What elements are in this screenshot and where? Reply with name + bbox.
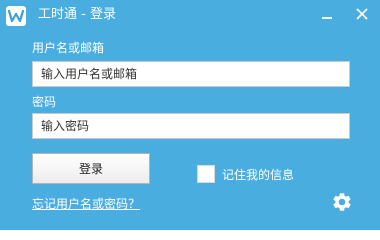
username-label: 用户名或邮箱 — [32, 41, 105, 55]
w-logo-icon — [6, 6, 26, 26]
remember-me-label[interactable]: 记住我的信息 — [222, 166, 294, 183]
login-button[interactable]: 登录 — [32, 153, 150, 184]
password-input[interactable] — [32, 113, 350, 139]
password-label: 密码 — [32, 95, 57, 109]
username-input[interactable] — [32, 61, 350, 87]
remember-me-checkbox[interactable] — [197, 165, 215, 183]
minimize-icon — [322, 17, 332, 19]
close-button[interactable] — [352, 4, 372, 24]
close-icon — [356, 8, 368, 20]
forgot-credentials-link[interactable]: 忘记用户名或密码？ — [32, 195, 140, 212]
login-button-label: 登录 — [78, 162, 103, 176]
minimize-button[interactable] — [317, 4, 337, 24]
gear-icon — [333, 193, 351, 211]
settings-button[interactable] — [331, 191, 353, 213]
login-window: 工时通 - 登录 用户名或邮箱 密码 登录 记住我的信息 忘记用户名或密码？ — [0, 0, 380, 230]
window-title: 工时通 - 登录 — [38, 7, 116, 22]
